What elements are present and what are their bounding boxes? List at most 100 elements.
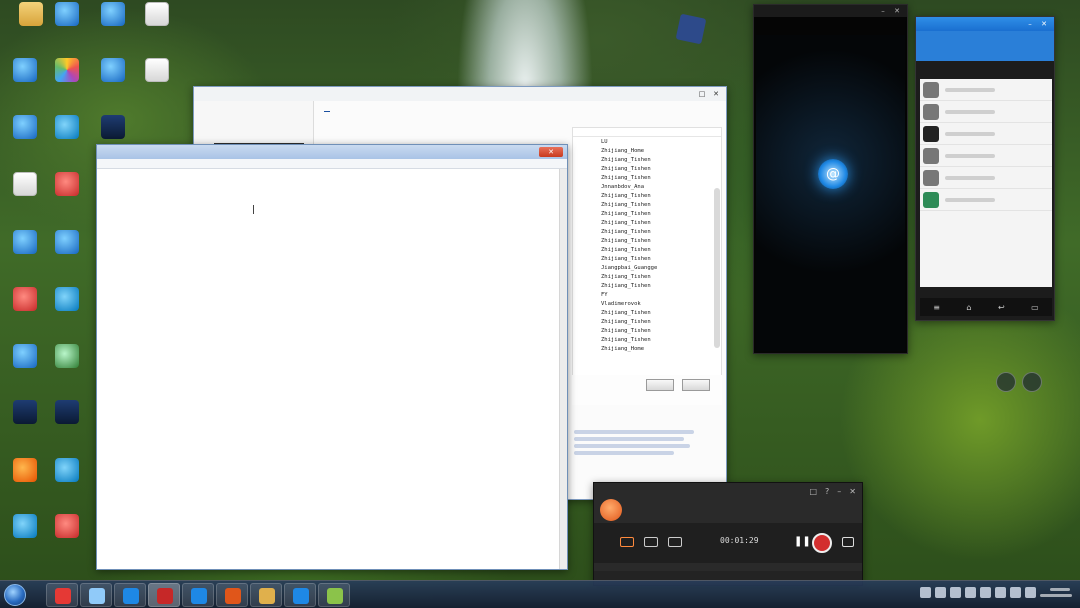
- log-row[interactable]: Zhijiang_Home: [573, 344, 721, 353]
- desktop-icon[interactable]: [42, 230, 92, 256]
- taskbar-app-button[interactable]: [250, 583, 282, 607]
- floating-widget-icon[interactable]: [675, 13, 707, 45]
- log-row[interactable]: Zhijiang_Tishen: [573, 272, 721, 281]
- log-row[interactable]: LU: [573, 137, 721, 146]
- window-mode-icon[interactable]: [644, 537, 658, 547]
- desktop-icon[interactable]: [42, 287, 92, 313]
- scrollbar[interactable]: [559, 169, 567, 569]
- tray-icon[interactable]: [995, 587, 1006, 598]
- first-action-button[interactable]: [646, 379, 674, 391]
- log-row[interactable]: Zhijiang_Tishen: [573, 326, 721, 335]
- desktop-icon[interactable]: [42, 115, 92, 141]
- list-item[interactable]: [920, 167, 1052, 189]
- log-row[interactable]: Zhijiang_Tishen: [573, 281, 721, 290]
- log-row[interactable]: Zhijiang_Tishen: [573, 155, 721, 164]
- tray-icon[interactable]: [920, 587, 931, 598]
- tool-icon[interactable]: [996, 372, 1016, 392]
- log-row[interactable]: Zhijiang_Tishen: [573, 173, 721, 182]
- tray-icon[interactable]: [1010, 587, 1021, 598]
- titlebar[interactable]: – ✕: [754, 5, 907, 17]
- screen-mode-icon[interactable]: [620, 537, 634, 547]
- region-mode-icon[interactable]: [668, 537, 682, 547]
- desktop-icon[interactable]: [88, 2, 138, 28]
- close-icon[interactable]: ✕: [1038, 19, 1050, 29]
- clock[interactable]: [1040, 585, 1076, 605]
- log-row[interactable]: Zhijiang_Tishen: [573, 227, 721, 236]
- desktop-icon[interactable]: [42, 58, 92, 84]
- list-item[interactable]: [920, 189, 1052, 211]
- list-item[interactable]: [920, 123, 1052, 145]
- log-row[interactable]: Zhijiang_Tishen: [573, 191, 721, 200]
- log-row[interactable]: Jnnanbdov_Ana: [573, 182, 721, 191]
- log-row[interactable]: Zhijiang_Tishen: [573, 200, 721, 209]
- second-action-button[interactable]: [682, 379, 710, 391]
- taskbar-app-button[interactable]: [216, 583, 248, 607]
- volume-icon[interactable]: [1025, 587, 1036, 598]
- maximize-icon[interactable]: □: [809, 487, 817, 496]
- tab-first[interactable]: [324, 109, 330, 112]
- desktop-icon[interactable]: [132, 58, 182, 84]
- tab-second[interactable]: [338, 109, 344, 112]
- taskbar-app-button[interactable]: [284, 583, 316, 607]
- pause-icon[interactable]: ❚❚: [794, 536, 811, 547]
- titlebar[interactable]: ✕: [97, 145, 567, 159]
- log-row[interactable]: Jiangpbai_Guangge: [573, 263, 721, 272]
- list-item[interactable]: [920, 145, 1052, 167]
- log-row[interactable]: Zhijiang_Tishen: [573, 254, 721, 263]
- desktop-icon[interactable]: [42, 400, 92, 426]
- log-row[interactable]: Zhijiang_Tishen: [573, 164, 721, 173]
- log-row[interactable]: Zhijiang_Tishen: [573, 308, 721, 317]
- log-row[interactable]: Zhijiang_Tishen: [573, 335, 721, 344]
- tray-icon[interactable]: [965, 587, 976, 598]
- desktop-icon[interactable]: [42, 172, 92, 198]
- maximize-icon[interactable]: □: [696, 89, 708, 99]
- desktop-icon[interactable]: [42, 514, 92, 540]
- desktop-icon[interactable]: [88, 115, 138, 141]
- desktop-icon[interactable]: [42, 2, 92, 28]
- log-row[interactable]: FY: [573, 290, 721, 299]
- titlebar[interactable]: – ✕: [916, 17, 1054, 31]
- record-button[interactable]: [812, 533, 832, 553]
- tray-icon[interactable]: [950, 587, 961, 598]
- log-row[interactable]: Zhijiang_Tishen: [573, 236, 721, 245]
- close-icon[interactable]: ✕: [539, 147, 563, 157]
- desktop-icon[interactable]: [88, 58, 138, 84]
- taskbar-app-button[interactable]: [182, 583, 214, 607]
- list-item[interactable]: [920, 79, 1052, 101]
- titlebar[interactable]: □ ✕: [194, 87, 726, 101]
- tray-icon[interactable]: [935, 587, 946, 598]
- taskbar-app-button[interactable]: [318, 583, 350, 607]
- start-button[interactable]: [4, 584, 26, 606]
- scrollbar[interactable]: [714, 188, 720, 348]
- help-icon[interactable]: ?: [825, 487, 829, 496]
- log-row-name: Zhijiang_Tishen: [601, 219, 651, 226]
- log-row[interactable]: Vladimerovok: [573, 299, 721, 308]
- minimize-icon[interactable]: –: [877, 6, 889, 16]
- desktop-icon[interactable]: [42, 344, 92, 370]
- log-row[interactable]: Zhijiang_Tishen: [573, 317, 721, 326]
- phone-screen[interactable]: @: [756, 35, 905, 351]
- log-row[interactable]: Zhijiang_Tishen: [573, 218, 721, 227]
- taskbar-app-button[interactable]: [148, 583, 180, 607]
- close-icon[interactable]: ✕: [891, 6, 903, 16]
- log-row[interactable]: Zhijiang_Tishen: [573, 209, 721, 218]
- recents-icon[interactable]: ▭: [1031, 303, 1039, 312]
- close-icon[interactable]: ✕: [849, 487, 856, 496]
- list-item[interactable]: [920, 101, 1052, 123]
- tool-icon[interactable]: [1022, 372, 1042, 392]
- minimize-icon[interactable]: –: [837, 487, 841, 496]
- tray-icon[interactable]: [980, 587, 991, 598]
- home-icon[interactable]: ⌂: [966, 303, 971, 312]
- log-row[interactable]: Zhijiang_Home: [573, 146, 721, 155]
- taskbar-app-button[interactable]: [46, 583, 78, 607]
- desktop-icon[interactable]: [42, 458, 92, 484]
- back-icon[interactable]: ↩: [998, 303, 1005, 312]
- desktop-icon[interactable]: [132, 2, 182, 28]
- log-row[interactable]: Zhijiang_Tishen: [573, 245, 721, 254]
- taskbar-app-button[interactable]: [80, 583, 112, 607]
- minimize-icon[interactable]: –: [1024, 19, 1036, 29]
- menu-icon[interactable]: ≡: [933, 303, 940, 312]
- close-icon[interactable]: ✕: [710, 89, 722, 99]
- taskbar-app-button[interactable]: [114, 583, 146, 607]
- camera-icon[interactable]: [842, 537, 854, 547]
